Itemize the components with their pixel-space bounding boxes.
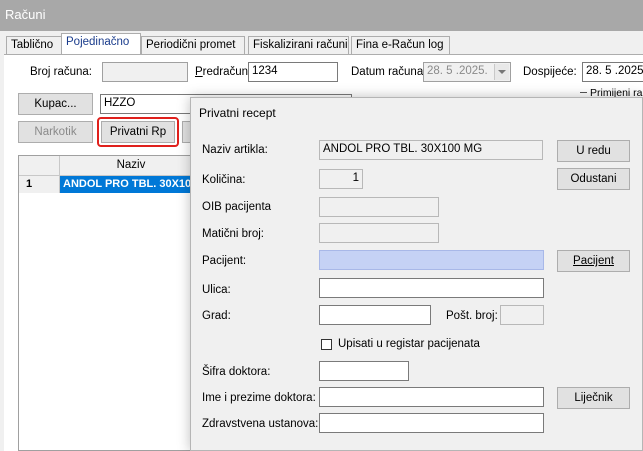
dialog-body: Naziv artikla: ANDOL PRO TBL. 30X100 MG … <box>191 126 642 450</box>
pacijent-label: Pacijent: <box>202 255 247 267</box>
dialog-title: Privatni recept <box>199 106 276 120</box>
dospijece-field[interactable]: 28. 5 .2025. <box>582 62 643 82</box>
tab-strip: Tablično Pojedinačno Periodični promet F… <box>0 31 643 55</box>
dospijece-label: Dospijeće: <box>523 66 577 78</box>
maticni-broj-field[interactable] <box>319 223 439 243</box>
oib-pacijenta-field[interactable] <box>319 197 439 217</box>
tab-periodicni-promet[interactable]: Periodični promet <box>141 36 245 54</box>
privatni-recept-dialog: Privatni recept Naziv artikla: ANDOL PRO… <box>190 97 643 451</box>
privatni-rp-button[interactable]: Privatni Rp <box>101 121 175 143</box>
ime-doktora-label: Ime i prezime doktora: <box>202 392 316 404</box>
window-titlebar: Računi <box>0 0 643 31</box>
kolicina-label: Količina: <box>202 174 246 186</box>
tab-pojedinacno[interactable]: Pojedinačno <box>61 33 141 55</box>
ustanova-label: Zdravstvena ustanova: <box>202 418 319 430</box>
window-title: Računi <box>5 7 46 22</box>
sifra-doktora-label: Šifra doktora: <box>202 366 271 378</box>
ustanova-field[interactable] <box>319 413 544 433</box>
datum-racuna-label: Datum računa: <box>351 66 427 78</box>
checkbox-icon[interactable] <box>580 92 587 94</box>
naziv-artikla-label: Naziv artikla: <box>202 144 268 156</box>
predracun-label: Predračun: <box>195 66 252 78</box>
grad-label: Grad: <box>202 310 231 322</box>
ulica-field[interactable] <box>319 278 544 298</box>
odustani-button[interactable]: Odustani <box>557 168 630 190</box>
naziv-artikla-field: ANDOL PRO TBL. 30X100 MG <box>319 140 543 160</box>
ime-doktora-field[interactable] <box>319 387 544 407</box>
grad-field[interactable] <box>319 305 431 325</box>
pacijent-button[interactable]: Pacijent <box>557 250 630 272</box>
pacijent-field[interactable] <box>319 250 544 270</box>
maticni-broj-label: Matični broj: <box>202 228 264 240</box>
tab-tablicno[interactable]: Tablično <box>6 36 62 54</box>
datum-racuna-picker[interactable]: 28. 5 .2025. <box>423 62 511 82</box>
grid-corner <box>19 156 60 176</box>
grid-row-number: 1 <box>19 176 60 193</box>
upisati-checkbox[interactable] <box>321 339 332 350</box>
grid-row-naziv[interactable]: ANDOL PRO TBL. 30X100 <box>60 176 202 193</box>
upisati-label: Upisati u registar pacijenata <box>338 338 480 350</box>
post-broj-field[interactable] <box>500 305 544 325</box>
grid-header-naziv[interactable]: Naziv <box>60 156 202 176</box>
post-broj-label: Pošt. broj: <box>446 310 498 322</box>
predracun-label-text: redračun: <box>202 66 252 78</box>
sifra-doktora-field[interactable] <box>319 361 409 381</box>
u-redu-button[interactable]: U redu <box>557 140 630 162</box>
narkotik-button[interactable]: Narkotik <box>18 121 93 143</box>
broj-racuna-label: Broj računa: <box>30 66 93 78</box>
chevron-down-icon[interactable] <box>494 64 509 80</box>
ulica-label: Ulica: <box>202 284 231 296</box>
oib-pacijenta-label: OIB pacijenta <box>202 201 272 213</box>
datum-racuna-value: 28. 5 .2025. <box>427 65 488 77</box>
broj-racuna-field[interactable] <box>102 62 188 82</box>
items-grid: Naziv 1 ANDOL PRO TBL. 30X100 <box>18 155 203 451</box>
pacijent-button-label: Pacijent <box>573 255 614 267</box>
predracun-field[interactable]: 1234 <box>248 62 338 82</box>
tab-fina-eracun-log[interactable]: Fina e-Račun log <box>351 36 450 54</box>
lijecnik-button[interactable]: Liječnik <box>557 387 630 409</box>
kupac-button[interactable]: Kupac... <box>18 93 93 115</box>
tab-fiskalizirani-racuni[interactable]: Fiskalizirani računi <box>248 36 349 54</box>
kolicina-field: 1 <box>319 169 363 189</box>
